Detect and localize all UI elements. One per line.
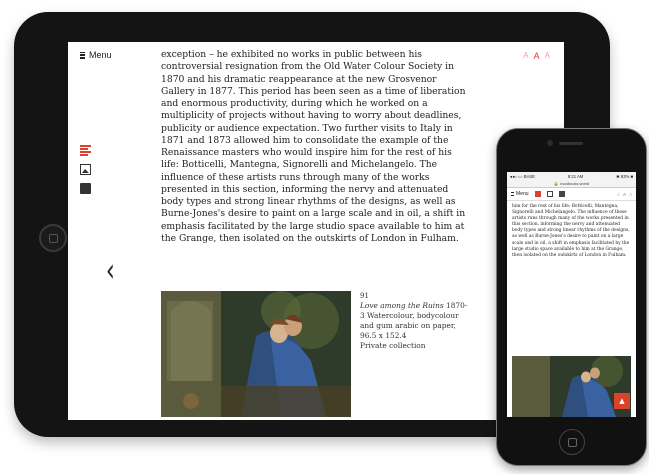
home-square-icon <box>49 234 58 243</box>
caption-number: 91 <box>360 292 369 300</box>
phone-toolbar: Menu A A A <box>507 188 636 201</box>
image-icon[interactable] <box>80 164 91 175</box>
view-mode-toolbar <box>80 145 93 194</box>
phone-menu-label: Menu <box>516 191 529 197</box>
carrier-signal: ●●○○○ BASE <box>510 174 535 179</box>
menu-label: Menu <box>89 50 112 60</box>
book-icon[interactable] <box>80 181 93 194</box>
artwork-image <box>161 291 351 417</box>
phone-menu-button[interactable]: Menu <box>511 191 529 197</box>
tablet-screen: Menu A A A ‹ exception – he exhibited no… <box>68 42 564 420</box>
tablet-home-button[interactable] <box>39 224 67 252</box>
article-text: exception – he exhibited no works in pub… <box>161 49 466 244</box>
chevron-left-icon[interactable]: ‹ <box>106 254 115 286</box>
caption-title: Love among the Ruins <box>360 301 444 310</box>
font-size-controls: A A A <box>523 51 550 61</box>
phone-home-button[interactable] <box>559 429 585 455</box>
menu-icon <box>80 51 85 59</box>
status-time: 9:21 AM <box>567 174 584 179</box>
phone-font-size-controls: A A A <box>617 192 632 197</box>
menu-icon <box>511 192 514 196</box>
scroll-top-button[interactable]: ▲ <box>614 393 630 409</box>
menu-button[interactable]: Menu <box>80 50 112 60</box>
text-icon[interactable] <box>80 145 91 156</box>
artwork-caption: 91 Love among the Ruins 1870-3 Watercolo… <box>360 291 468 351</box>
url-bar[interactable]: 🔒 rocabooks.world <box>507 181 636 188</box>
phone-screen: ●●○○○ BASE 9:21 AM ✱ 93% ■ 🔒 rocabooks.w… <box>507 172 636 417</box>
font-size-large-button[interactable]: A <box>629 192 632 197</box>
caption-collection: Private collection <box>360 341 426 350</box>
font-size-medium-button[interactable]: A <box>534 51 540 61</box>
phone-speaker <box>559 142 583 145</box>
phone-camera <box>547 140 553 146</box>
font-size-small-button[interactable]: A <box>523 51 528 61</box>
font-size-small-button[interactable]: A <box>617 192 620 197</box>
image-icon[interactable] <box>546 191 553 197</box>
book-icon[interactable] <box>558 191 565 197</box>
font-size-large-button[interactable]: A <box>545 51 550 61</box>
phone-article-text: him for the rest of his life: Botticelli… <box>512 204 630 258</box>
phone-device: ●●○○○ BASE 9:21 AM ✱ 93% ■ 🔒 rocabooks.w… <box>496 128 647 466</box>
font-size-medium-button[interactable]: A <box>623 192 626 197</box>
text-icon[interactable] <box>534 191 541 197</box>
phone-status-bar: ●●○○○ BASE 9:21 AM ✱ 93% ■ <box>507 172 636 181</box>
battery-status: ✱ 93% ■ <box>616 174 633 179</box>
